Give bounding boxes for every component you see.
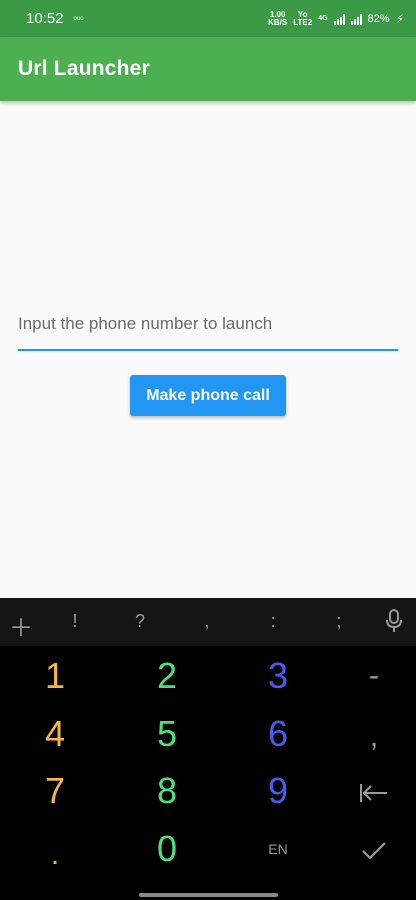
network-type: 4G (318, 15, 327, 23)
key-dash[interactable]: - (334, 651, 414, 701)
app-title: Url Launcher (18, 57, 150, 80)
signal-icon (333, 13, 345, 25)
network-speed: 1.00 KB/S (268, 10, 288, 27)
key-6[interactable]: 6 (238, 709, 318, 759)
charging-icon: ⚡ (395, 11, 404, 26)
speed-unit: KB/S (268, 17, 288, 27)
check-icon[interactable] (334, 824, 414, 874)
key-4[interactable]: 4 (15, 709, 95, 759)
app-bar: Url Launcher (0, 37, 416, 101)
network-label: 4G (318, 14, 328, 22)
microphone-icon[interactable] (379, 609, 409, 638)
key-colon[interactable]: : (258, 611, 288, 632)
status-right: 1.00 KB/S Yo LTE2 4G 82% ⚡ (268, 10, 404, 27)
key-comma[interactable]: , (334, 712, 414, 762)
make-phone-call-button[interactable]: Make phone call (130, 375, 286, 416)
key-semicolon[interactable]: ; (324, 611, 354, 632)
numeric-keyboard: ＋ ! ? , : ; 1 2 3 - 4 5 6 , 7 8 9 . 0 EN (0, 598, 416, 900)
status-bar: 10:52 oüo 1.00 KB/S Yo LTE2 4G 82% ⚡ (0, 0, 416, 37)
key-3[interactable]: 3 (238, 651, 318, 701)
key-8[interactable]: 8 (127, 766, 207, 816)
key-dot[interactable]: . (15, 830, 95, 880)
key-comma-sym[interactable]: , (192, 611, 222, 632)
key-question[interactable]: ? (125, 611, 155, 632)
key-2[interactable]: 2 (127, 651, 207, 701)
tab-left-icon[interactable] (334, 766, 414, 816)
phone-number-input[interactable] (18, 305, 398, 351)
key-1[interactable]: 1 (15, 651, 95, 701)
volte-indicator: Yo LTE2 (293, 10, 313, 27)
status-left: 10:52 oüo (26, 10, 84, 27)
key-9[interactable]: 9 (238, 766, 318, 816)
home-indicator[interactable] (139, 893, 278, 897)
key-0[interactable]: 0 (127, 824, 207, 874)
key-language[interactable]: EN (238, 824, 318, 874)
volte-bottom: LTE2 (293, 17, 313, 27)
plus-icon[interactable]: ＋ (6, 608, 36, 643)
key-exclamation[interactable]: ! (60, 611, 90, 632)
status-time: 10:52 (26, 10, 64, 27)
signal-icon-2 (350, 13, 362, 25)
notification-label: oüo (73, 15, 84, 22)
key-5[interactable]: 5 (127, 709, 207, 759)
symbol-row: ＋ ! ? , : ; (0, 598, 416, 646)
battery-percent: 82% (367, 12, 390, 25)
key-7[interactable]: 7 (15, 766, 95, 816)
